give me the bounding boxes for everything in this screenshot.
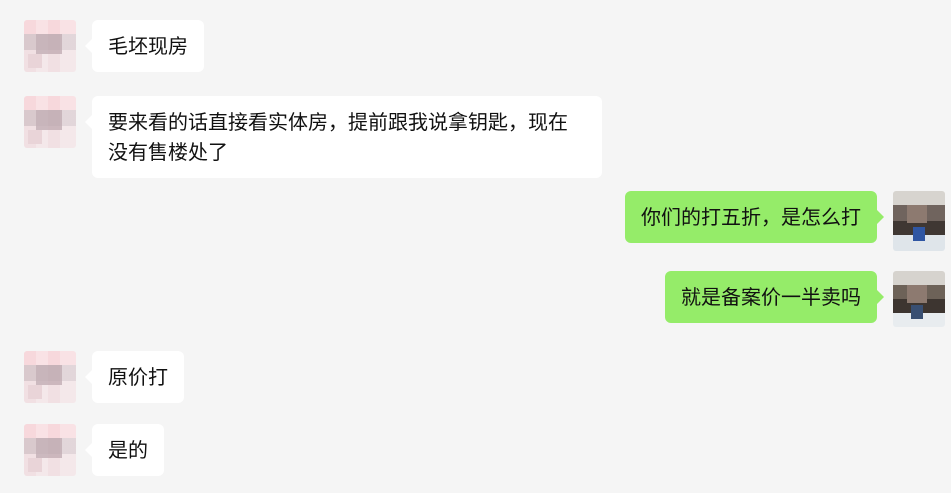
message-bubble[interactable]: 毛坯现房	[85, 20, 204, 72]
chat-message: 要来看的话直接看实体房，提前跟我说拿钥匙，现在没有售楼处了	[24, 96, 602, 178]
chat-message: 你们的打五折，是怎么打	[625, 191, 945, 251]
contact-avatar[interactable]	[24, 351, 76, 403]
contact-avatar[interactable]	[24, 96, 76, 148]
message-bubble[interactable]: 原价打	[85, 351, 184, 403]
message-bubble[interactable]: 是的	[85, 424, 164, 476]
contact-avatar[interactable]	[24, 424, 76, 476]
chat-message: 是的	[24, 424, 164, 476]
message-bubble[interactable]: 就是备案价一半卖吗	[665, 271, 884, 323]
self-avatar[interactable]	[893, 271, 945, 327]
message-bubble[interactable]: 要来看的话直接看实体房，提前跟我说拿钥匙，现在没有售楼处了	[85, 96, 602, 178]
contact-avatar[interactable]	[24, 20, 76, 72]
chat-message: 原价打	[24, 351, 184, 403]
chat-message: 毛坯现房	[24, 20, 204, 72]
chat-thread: 毛坯现房 要来看的话直接看实体房，提前跟我说拿钥匙，现在没有售楼处了 你们的打五…	[0, 0, 951, 493]
self-avatar[interactable]	[893, 191, 945, 251]
message-bubble[interactable]: 你们的打五折，是怎么打	[625, 191, 884, 243]
chat-message: 就是备案价一半卖吗	[665, 271, 945, 327]
